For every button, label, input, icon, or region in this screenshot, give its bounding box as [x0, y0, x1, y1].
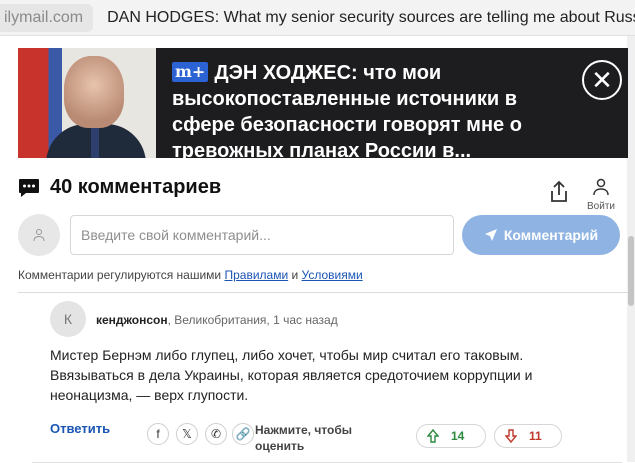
- banner-headline: m+ ДЭН ХОДЖЕС: что мои высокопоставленные…: [172, 62, 522, 162]
- downvote-count: 11: [529, 429, 542, 443]
- comment-avatar[interactable]: К: [50, 301, 86, 337]
- downvote-button[interactable]: 11: [494, 424, 562, 448]
- user-icon: [33, 229, 45, 242]
- mailplus-logo: m+: [172, 62, 209, 82]
- upvote-count: 14: [451, 429, 465, 443]
- comment-body: Мистер Бернэм либо глупец, либо хочет, ч…: [50, 347, 533, 403]
- rate-label: Нажмите, чтобы оценить: [255, 423, 352, 453]
- page: m+ ДЭН ХОДЖЕС: что мои высокопоставленные…: [0, 36, 635, 463]
- comment-author[interactable]: кенджонсон: [96, 313, 168, 327]
- comment-input[interactable]: [70, 215, 454, 255]
- user-icon: [593, 178, 609, 196]
- browser-tab-bar: ilymail.com DAN HODGES: What my senior s…: [0, 0, 635, 36]
- divider: [18, 292, 628, 293]
- arrow-up-icon: [427, 429, 439, 443]
- url-fragment[interactable]: ilymail.com: [0, 3, 94, 32]
- scrollbar-thumb[interactable]: [628, 236, 634, 306]
- moderation-note: Комментарии регулируются нашими Правилам…: [18, 268, 363, 282]
- share-icon[interactable]: [548, 180, 570, 204]
- login-label: Войти: [587, 201, 615, 212]
- comments-icon: [19, 178, 39, 197]
- x-share-icon[interactable]: 𝕏: [176, 423, 198, 445]
- arrow-down-icon: [505, 429, 517, 443]
- rules-link[interactable]: Правилами: [224, 268, 288, 282]
- comments-header: 40 комментариев: [18, 176, 221, 199]
- link-share-icon[interactable]: 🔗: [232, 423, 254, 445]
- login-button[interactable]: Войти: [584, 178, 618, 212]
- upvote-button[interactable]: 14: [416, 424, 486, 448]
- banner-photo: [18, 48, 156, 158]
- reply-button[interactable]: Ответить: [50, 420, 110, 437]
- current-user-avatar: [18, 214, 60, 256]
- comments-count-title: 40 комментариев: [50, 176, 222, 198]
- facebook-share-icon[interactable]: f: [147, 423, 169, 445]
- send-icon: [484, 229, 497, 241]
- terms-link[interactable]: Условиями: [302, 268, 363, 282]
- submit-comment-button[interactable]: Комментарий: [462, 215, 620, 255]
- comment-meta: кенджонсон, Великобритания, 1 час назад: [96, 313, 338, 327]
- whatsapp-share-icon[interactable]: ✆: [205, 423, 227, 445]
- browser-tab-title[interactable]: DAN HODGES: What my senior security sour…: [107, 9, 635, 27]
- scrollbar[interactable]: [627, 36, 635, 462]
- close-button[interactable]: ✕: [582, 60, 622, 100]
- article-banner[interactable]: m+ ДЭН ХОДЖЕС: что мои высокопоставленные…: [18, 48, 628, 162]
